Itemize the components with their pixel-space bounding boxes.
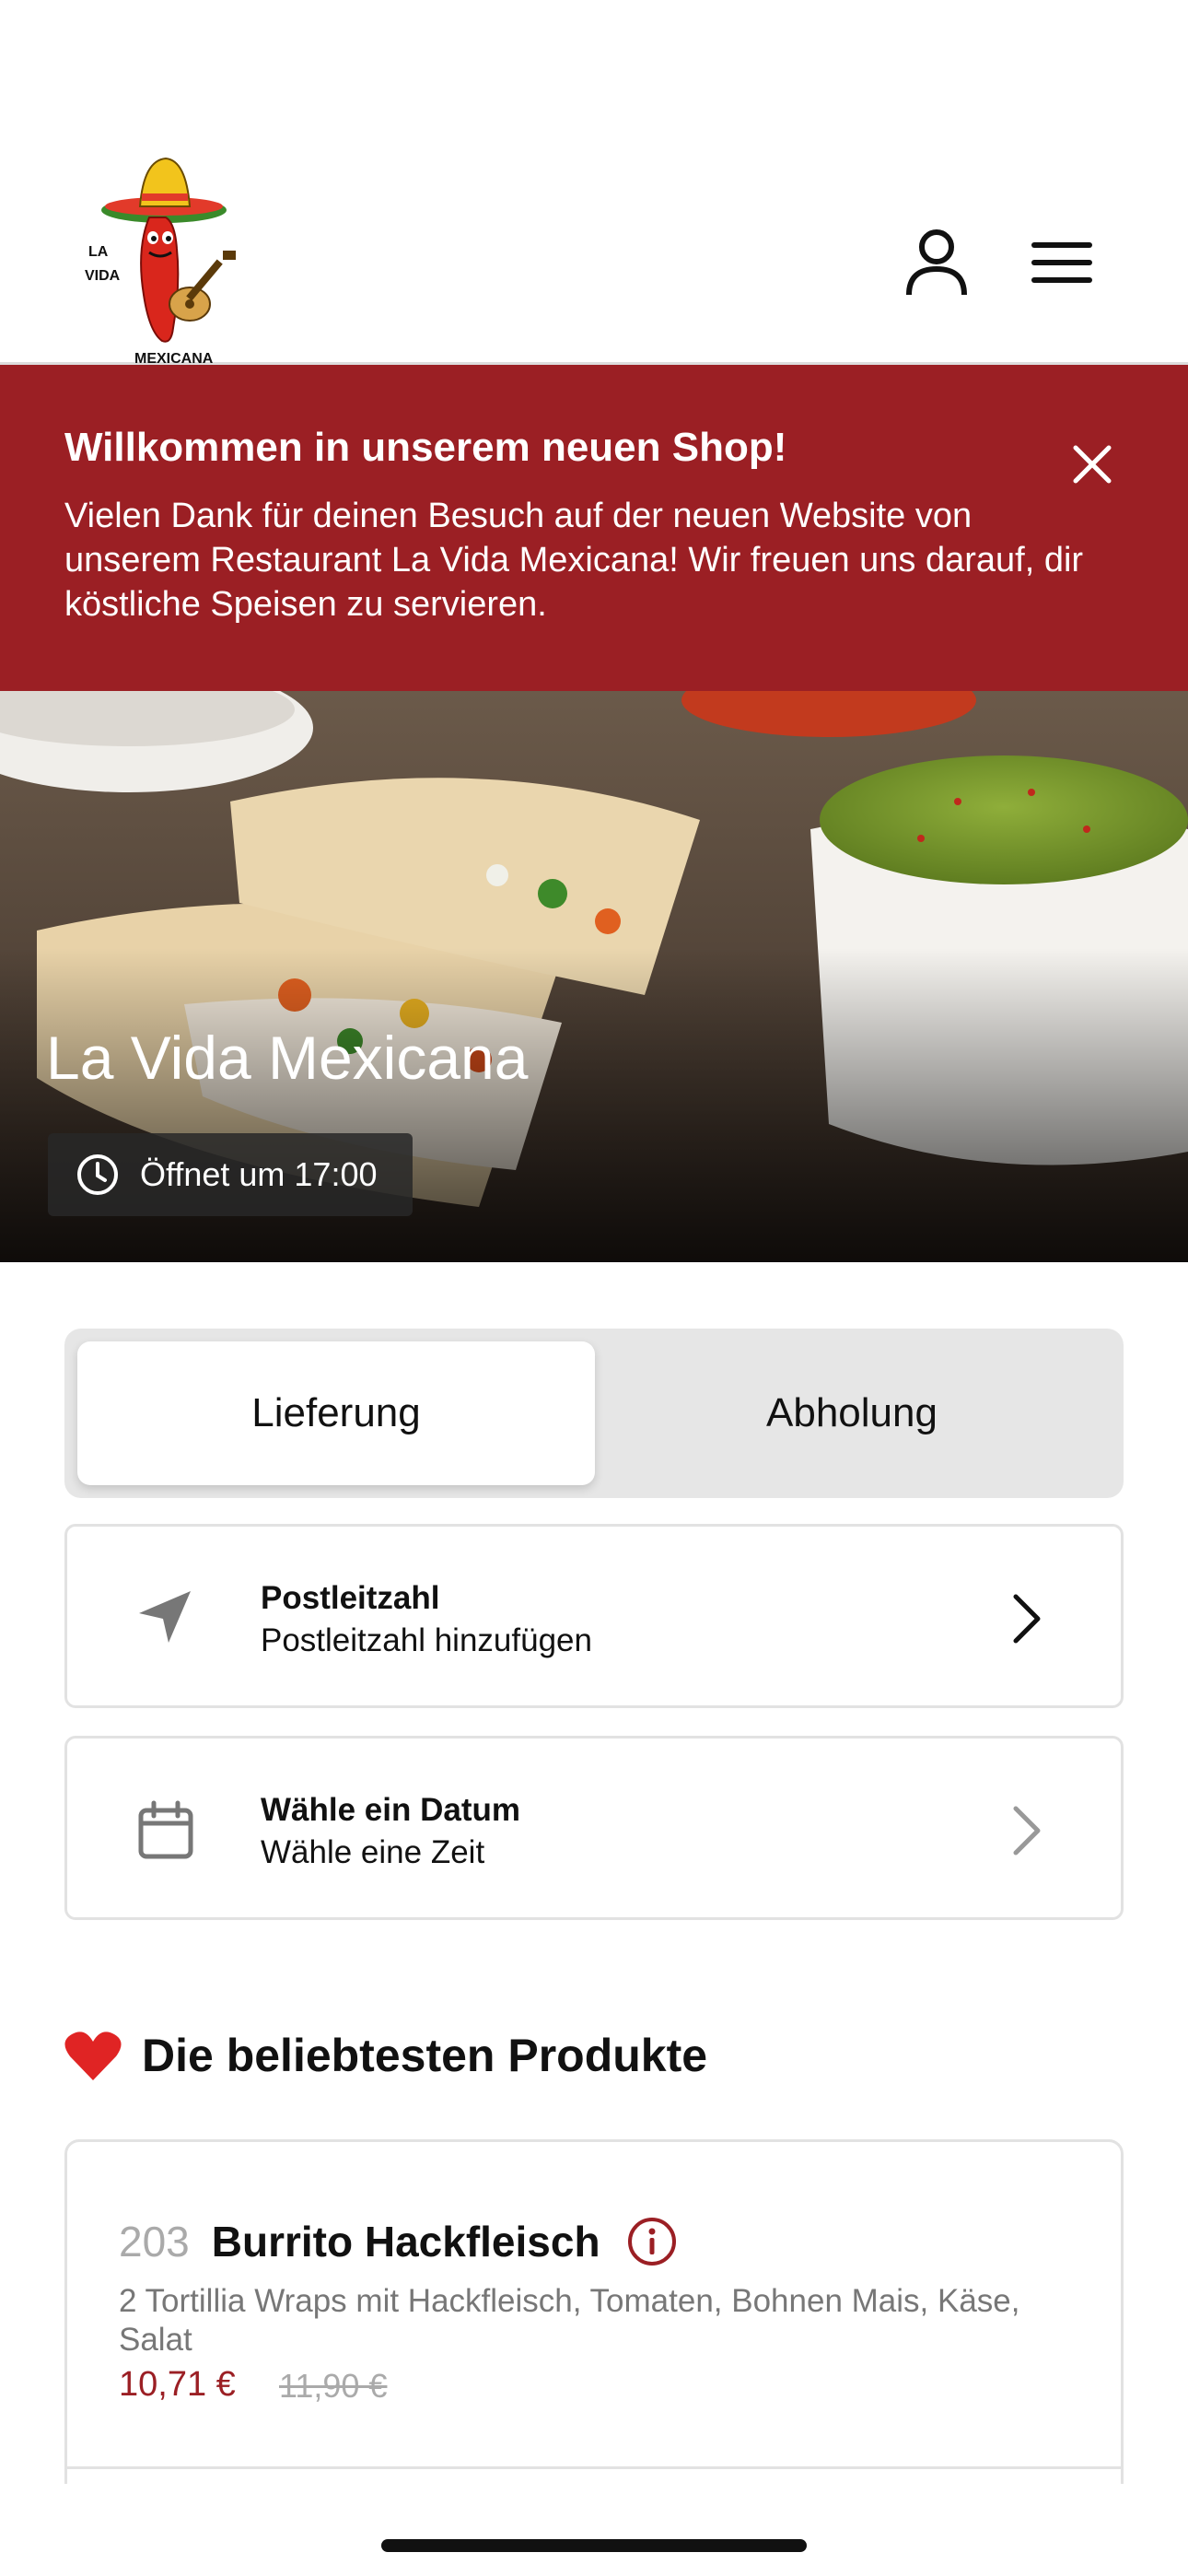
order-type-toggle: Lieferung Abholung [64, 1329, 1124, 1498]
clock-icon [77, 1154, 118, 1195]
info-icon[interactable] [626, 2216, 678, 2267]
heart-icon [64, 2032, 122, 2080]
home-indicator[interactable] [381, 2539, 807, 2552]
bottom-safe-area [0, 2484, 1188, 2576]
product-price: 10,71 € [119, 2365, 236, 2404]
logo-text-vida: VIDA [85, 268, 121, 284]
opening-hours-text: Öffnet um 17:00 [140, 1155, 378, 1193]
popular-products-title: Die beliebtesten Produkte [142, 2030, 708, 2081]
chevron-right-icon [1007, 1803, 1047, 1858]
chevron-right-icon [1007, 1591, 1047, 1646]
user-icon[interactable] [904, 227, 969, 297]
product-description: 2 Tortillia Wraps mit Hackfleisch, Tomat… [119, 2283, 1020, 2358]
close-icon[interactable] [1068, 440, 1116, 488]
banner-title: Willkommen in unserem neuen Shop! [64, 425, 787, 470]
location-arrow-icon [135, 1587, 196, 1648]
site-header: LA VIDA MEXICANA [0, 0, 1188, 367]
postcode-selector[interactable]: Postleitzahl Postleitzahl hinzufügen [64, 1524, 1124, 1708]
banner-text: Vielen Dank für deinen Besuch auf der ne… [64, 497, 1084, 624]
logo-text-mexicana: MEXICANA [134, 351, 214, 365]
date-title: Wähle ein Datum [261, 1792, 520, 1828]
postcode-subtitle: Postleitzahl hinzufügen [261, 1622, 592, 1658]
postcode-title: Postleitzahl [261, 1580, 440, 1616]
opening-hours-badge: Öffnet um 17:00 [48, 1133, 413, 1216]
tab-pickup[interactable]: Abholung [593, 1341, 1111, 1485]
logo-text-la: LA [88, 244, 109, 260]
date-time-selector[interactable]: Wähle ein Datum Wähle eine Zeit [64, 1736, 1124, 1920]
calendar-icon [135, 1799, 196, 1860]
restaurant-name: La Vida Mexicana [46, 1024, 529, 1092]
restaurant-logo[interactable]: LA VIDA MEXICANA [76, 147, 278, 367]
product-name: Burrito Hackfleisch [211, 2218, 600, 2266]
hamburger-menu-icon[interactable] [1031, 240, 1092, 286]
divider [67, 2466, 1121, 2469]
product-original-price: 11,90 € [279, 2367, 388, 2405]
tab-delivery[interactable]: Lieferung [77, 1341, 595, 1485]
product-number: 203 [119, 2218, 190, 2266]
welcome-banner: Willkommen in unserem neuen Shop! Vielen… [0, 365, 1188, 691]
date-subtitle: Wähle eine Zeit [261, 1834, 485, 1870]
popular-products-heading: Die beliebtesten Produkte [64, 2029, 707, 2082]
product-header: 203 Burrito Hackfleisch [119, 2216, 678, 2267]
